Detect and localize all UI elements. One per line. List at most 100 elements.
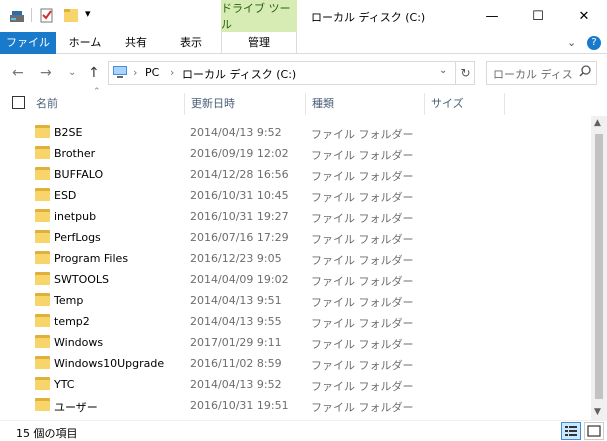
computer-icon [113, 66, 127, 78]
item-type: ファイル フォルダー [311, 401, 414, 414]
maximize-button[interactable]: ☐ [515, 0, 561, 32]
item-date: 2014/04/13 9:51 [190, 294, 282, 307]
column-divider[interactable] [184, 93, 185, 115]
list-item[interactable]: Temp 2014/04/13 9:51 ファイル フォルダー [32, 290, 592, 311]
search-input[interactable]: ローカル ディス... [486, 61, 597, 85]
column-size[interactable]: サイズ [431, 95, 464, 111]
item-name: Program Files [54, 252, 129, 265]
list-item[interactable]: Windows10Upgrade 2016/11/02 8:59 ファイル フォ… [32, 353, 592, 374]
details-view-button[interactable] [561, 422, 581, 440]
folder-icon [35, 209, 50, 222]
item-name: SWTOOLS [54, 273, 110, 286]
folder-icon [35, 230, 50, 243]
item-name: ESD [54, 189, 77, 202]
item-date: 2016/12/23 9:05 [190, 252, 282, 265]
status-bar: 15 個の項目 [0, 420, 607, 441]
tab-manage[interactable]: 管理 [221, 32, 297, 54]
item-type: ファイル フォルダー [311, 359, 414, 372]
column-divider[interactable] [504, 93, 505, 115]
help-icon[interactable]: ? [587, 36, 601, 50]
item-date: 2016/07/16 17:29 [190, 231, 289, 244]
item-type: ファイル フォルダー [311, 233, 414, 246]
list-item[interactable]: B2SE 2014/04/13 9:52 ファイル フォルダー [32, 122, 592, 143]
item-date: 2016/09/19 12:02 [190, 147, 289, 160]
list-item[interactable]: ESD 2016/10/31 10:45 ファイル フォルダー [32, 185, 592, 206]
folder-icon [35, 272, 50, 285]
refresh-icon[interactable]: ↻ [455, 62, 475, 84]
sort-ascending-icon: ⌃ [93, 87, 101, 97]
tab-share[interactable]: 共有 [116, 32, 156, 54]
item-name: PerfLogs [54, 231, 101, 244]
column-date-modified[interactable]: 更新日時 [191, 95, 235, 111]
folder-icon [35, 167, 50, 180]
tab-view[interactable]: 表示 [170, 32, 212, 54]
scroll-down-icon[interactable]: ▼ [594, 407, 601, 417]
folder-icon [35, 293, 50, 306]
item-type: ファイル フォルダー [311, 212, 414, 225]
vertical-scrollbar[interactable]: ▲ ▼ [591, 116, 607, 420]
item-name: ユーザー [54, 401, 98, 414]
details-view-icon [565, 426, 577, 436]
folder-icon [35, 188, 50, 201]
item-date: 2014/04/13 9:52 [190, 378, 282, 391]
chevron-down-icon[interactable]: ⌄ [567, 36, 576, 49]
list-item[interactable]: SWTOOLS 2014/04/09 19:02 ファイル フォルダー [32, 269, 592, 290]
item-type: ファイル フォルダー [311, 170, 414, 183]
breadcrumb-pc[interactable]: PC [145, 66, 159, 79]
list-item[interactable]: inetpub 2016/10/31 19:27 ファイル フォルダー [32, 206, 592, 227]
up-arrow-icon[interactable]: ↑ [88, 65, 100, 81]
breadcrumb-separator[interactable]: › [133, 66, 137, 79]
minimize-button[interactable]: — [469, 0, 515, 32]
customize-quick-access-icon[interactable]: ▾ [85, 7, 91, 20]
column-type[interactable]: 種類 [312, 95, 334, 111]
item-name: Windows [54, 336, 104, 349]
tab-home[interactable]: ホーム [62, 32, 108, 54]
drive-tools-contextual-tab[interactable]: ドライブ ツール [221, 0, 297, 32]
list-item[interactable]: temp2 2014/04/13 9:55 ファイル フォルダー [32, 311, 592, 332]
breadcrumb-local-disk[interactable]: ローカル ディスク (C:) [182, 66, 296, 82]
list-item[interactable]: YTC 2014/04/13 9:52 ファイル フォルダー [32, 374, 592, 395]
item-date: 2017/01/29 9:11 [190, 336, 282, 349]
breadcrumb-separator[interactable]: › [170, 66, 174, 79]
close-button[interactable]: ✕ [561, 0, 607, 32]
item-name: B2SE [54, 126, 83, 139]
folder-icon [35, 377, 50, 390]
item-type: ファイル フォルダー [311, 191, 414, 204]
list-item[interactable]: BUFFALO 2014/12/28 16:56 ファイル フォルダー [32, 164, 592, 185]
item-type: ファイル フォルダー [311, 254, 414, 267]
item-date: 2014/04/13 9:55 [190, 315, 282, 328]
list-item[interactable]: Brother 2016/09/19 12:02 ファイル フォルダー [32, 143, 592, 164]
recent-locations-icon[interactable]: ⌄ [68, 67, 76, 78]
forward-arrow-icon[interactable]: → [40, 65, 52, 81]
column-name[interactable]: 名前 [36, 95, 58, 111]
item-name: BUFFALO [54, 168, 104, 181]
search-icon [579, 65, 591, 77]
back-arrow-icon[interactable]: ← [12, 65, 24, 81]
list-item[interactable]: PerfLogs 2016/07/16 17:29 ファイル フォルダー [32, 227, 592, 248]
qa-divider [31, 8, 32, 22]
list-item[interactable]: ユーザー 2016/10/31 19:51 ファイル フォルダー [32, 395, 592, 416]
scroll-up-icon[interactable]: ▲ [594, 118, 601, 128]
large-icons-view-button[interactable] [584, 422, 604, 440]
column-divider[interactable] [424, 93, 425, 115]
address-bar[interactable]: › PC › ローカル ディスク (C:) ⌄ ↻ [108, 61, 475, 85]
item-date: 2014/04/13 9:52 [190, 126, 282, 139]
item-type: ファイル フォルダー [311, 296, 414, 309]
item-date: 2016/10/31 19:27 [190, 210, 289, 223]
search-placeholder: ローカル ディス... [493, 68, 573, 81]
list-item[interactable]: Program Files 2016/12/23 9:05 ファイル フォルダー [32, 248, 592, 269]
scrollbar-thumb[interactable] [595, 134, 603, 399]
list-item[interactable]: Windows 2017/01/29 9:11 ファイル フォルダー [32, 332, 592, 353]
item-date: 2016/10/31 19:51 [190, 399, 289, 412]
address-dropdown-icon[interactable]: ⌄ [439, 65, 447, 76]
tab-file[interactable]: ファイル [0, 32, 56, 54]
drive-icon[interactable] [9, 10, 25, 24]
new-folder-icon[interactable] [64, 7, 78, 23]
folder-icon [35, 314, 50, 327]
select-all-checkbox[interactable] [12, 96, 25, 109]
column-divider[interactable] [305, 93, 306, 115]
item-count: 15 個の項目 [16, 427, 78, 440]
properties-icon[interactable] [40, 7, 54, 23]
item-date: 2014/12/28 16:56 [190, 168, 289, 181]
ribbon-tab-bar: ファイル ホーム 共有 表示 管理 ⌄ ? [0, 32, 607, 54]
